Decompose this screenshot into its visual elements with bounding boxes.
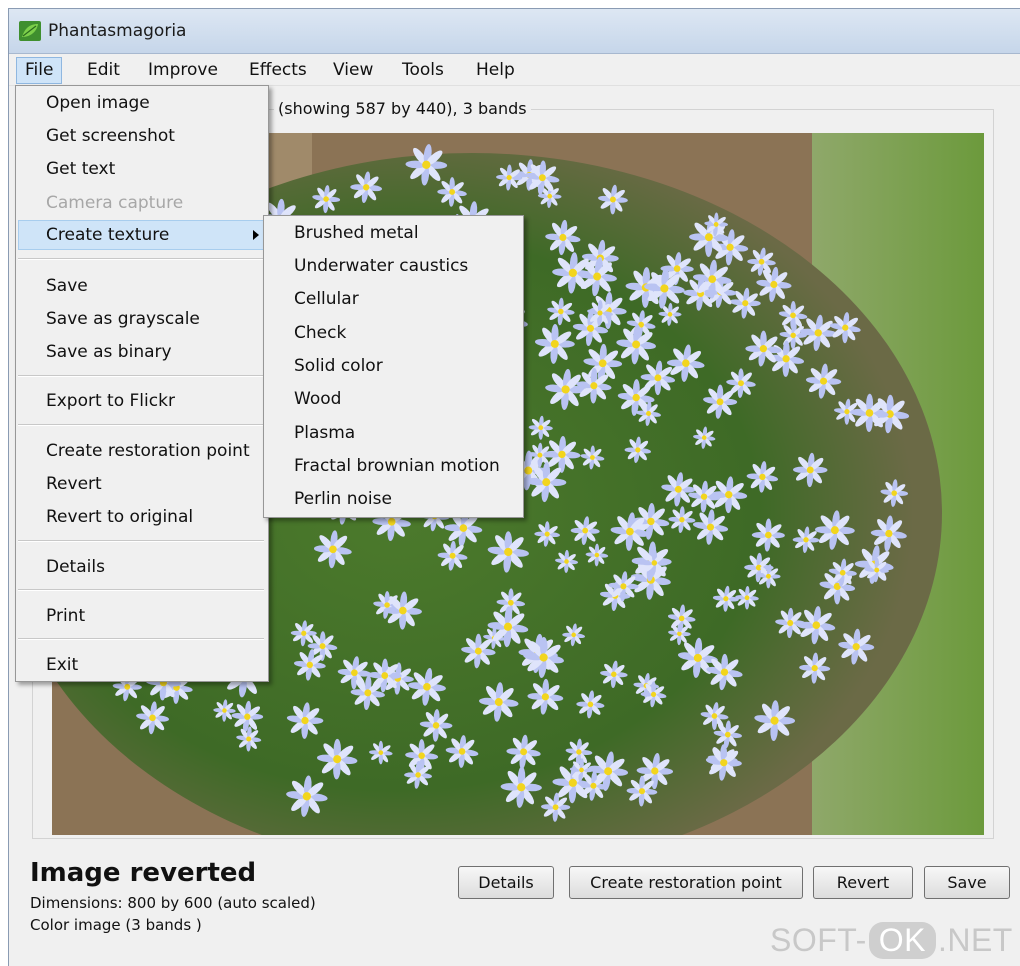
image-info-text: (showing 587 by 440), 3 bands [274,99,531,118]
window-title: Phantasmagoria [48,21,187,41]
menu-effects[interactable]: Effects [241,57,315,84]
title-bar: Phantasmagoria [9,9,1020,54]
status-color-info: Color image (3 bands ) [30,916,202,934]
create-texture-label: Create texture [46,225,170,245]
menu-item-details[interactable]: Details [18,552,266,582]
revert-button[interactable]: Revert [813,866,913,899]
menu-view[interactable]: View [325,57,381,84]
status-title: Image reverted [30,858,257,888]
submenu-arrow-icon [253,230,259,240]
menu-item-create-texture[interactable]: Create texture [18,220,266,250]
menu-improve[interactable]: Improve [140,57,226,84]
menu-item-exit[interactable]: Exit [18,650,266,680]
submenu-item-brushed-metal[interactable]: Brushed metal [266,218,521,248]
watermark-ok: OK [868,922,936,959]
submenu-item-plasma[interactable]: Plasma [266,418,521,448]
menu-help[interactable]: Help [468,57,523,84]
menu-item-create-restoration-point[interactable]: Create restoration point [18,436,266,466]
watermark-left: SOFT- [770,922,867,958]
menu-file[interactable]: File [16,57,63,84]
menu-item-save-grayscale[interactable]: Save as grayscale [18,304,266,334]
menu-item-revert[interactable]: Revert [18,469,266,499]
details-button[interactable]: Details [458,866,554,899]
status-dimensions: Dimensions: 800 by 600 (auto scaled) [30,894,316,912]
menu-tools[interactable]: Tools [394,57,452,84]
menu-item-save-binary[interactable]: Save as binary [18,337,266,367]
texture-submenu: Brushed metal Underwater caustics Cellul… [263,215,524,518]
submenu-item-cellular[interactable]: Cellular [266,284,521,314]
file-menu: Open image Get screenshot Get text Camer… [15,85,269,682]
submenu-item-fractal-brownian-motion[interactable]: Fractal brownian motion [266,451,521,481]
save-button[interactable]: Save [924,866,1010,899]
menu-separator [18,589,264,591]
leaf-app-icon [19,21,41,41]
menu-separator [18,258,264,260]
submenu-item-perlin-noise[interactable]: Perlin noise [266,484,521,514]
submenu-item-underwater-caustics[interactable]: Underwater caustics [266,251,521,281]
create-restoration-point-button[interactable]: Create restoration point [569,866,803,899]
menu-separator [18,375,264,377]
watermark-logo: SOFT- OK .NET [770,922,1013,959]
menu-item-get-text[interactable]: Get text [18,154,266,184]
submenu-item-solid-color[interactable]: Solid color [266,351,521,381]
menu-separator [18,424,264,426]
menu-item-get-screenshot[interactable]: Get screenshot [18,121,266,151]
submenu-item-check[interactable]: Check [266,318,521,348]
menu-separator [18,638,264,640]
menu-separator [18,540,264,542]
menu-item-revert-original[interactable]: Revert to original [18,502,266,532]
menu-item-open-image[interactable]: Open image [18,88,266,118]
watermark-right: .NET [937,922,1013,958]
submenu-item-wood[interactable]: Wood [266,384,521,414]
menu-edit[interactable]: Edit [79,57,128,84]
menu-item-save[interactable]: Save [18,271,266,301]
menu-item-export-flickr[interactable]: Export to Flickr [18,386,266,416]
menu-bar: File Edit Improve Effects View Tools Hel… [9,54,1020,86]
menu-item-print[interactable]: Print [18,601,266,631]
menu-item-camera-capture: Camera capture [46,193,184,213]
